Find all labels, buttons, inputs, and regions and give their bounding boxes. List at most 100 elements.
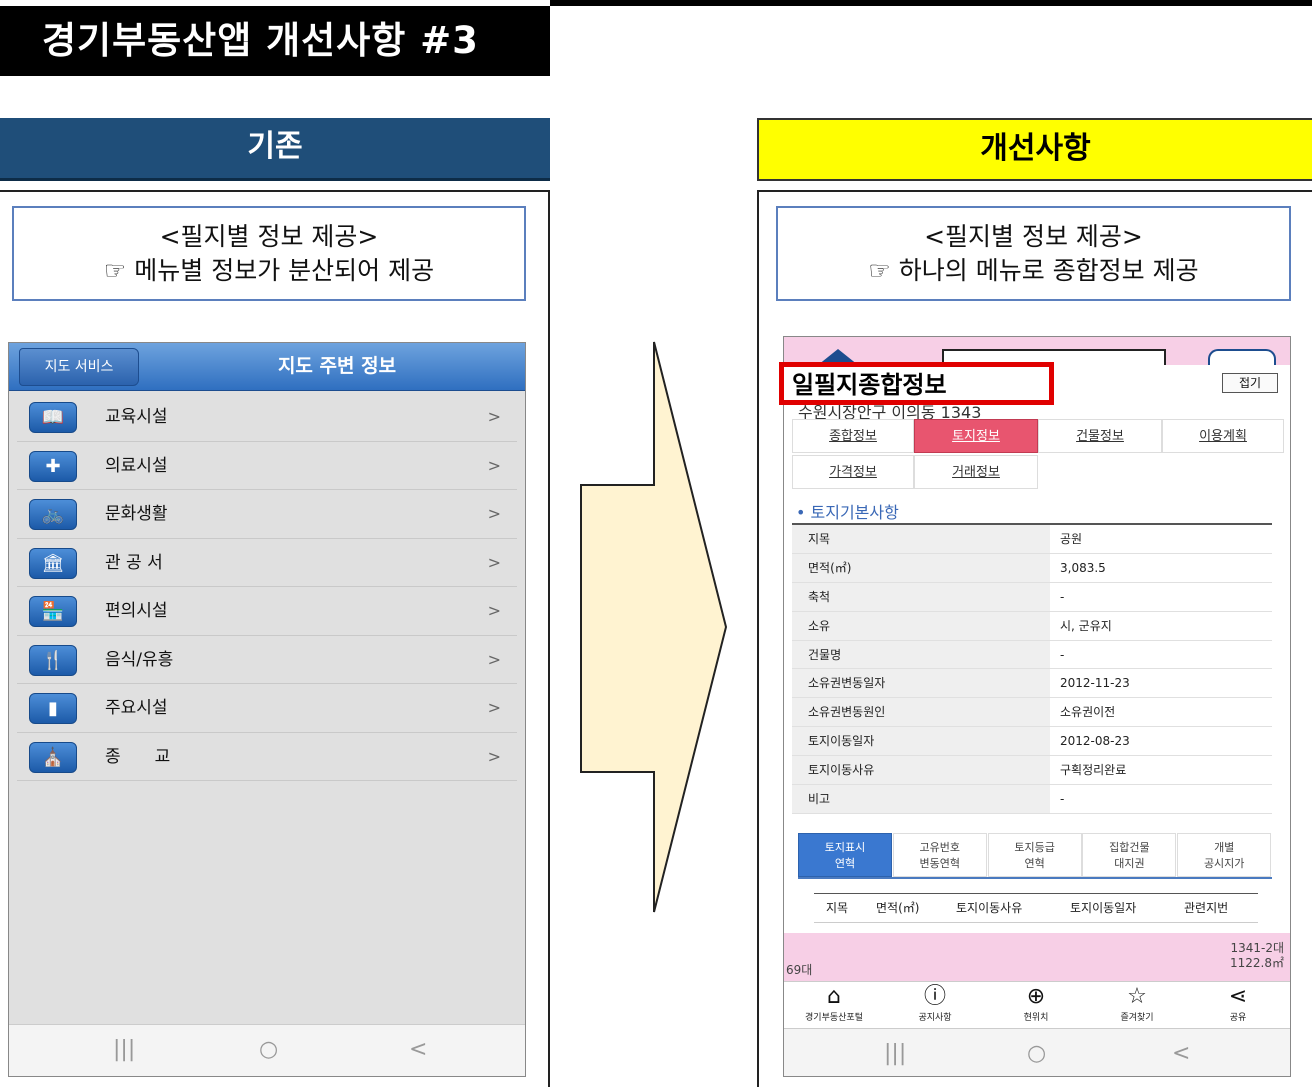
chevron-right-icon: >: [487, 407, 501, 426]
row-key: 소유권변동원인: [792, 698, 1050, 727]
subtab-line2: 연혁: [1024, 857, 1045, 870]
subtab-line2: 대지권: [1114, 857, 1145, 870]
list-item[interactable]: 🏛 관 공 서 >: [17, 539, 517, 587]
column-header: 지목: [826, 901, 849, 915]
tabbar-item[interactable]: ⋖ 공유: [1188, 984, 1288, 1023]
note-before: <필지별 정보 제공> ☞ 메뉴별 정보가 분산되어 제공: [12, 206, 526, 301]
subtab-line1: 집합건물: [1109, 841, 1150, 854]
subtab-0[interactable]: 토지표시연혁: [798, 833, 892, 877]
recent-apps-button-after[interactable]: |||: [884, 1029, 906, 1076]
chevron-right-icon: >: [487, 649, 501, 669]
subtab-1[interactable]: 고유번호변동연혁: [892, 833, 987, 877]
android-nav-bar-after: ||| ○ <: [784, 1028, 1290, 1076]
subtab-line2: 연혁: [834, 857, 856, 870]
land-info-table: 지목 공원 면적(㎡) 3,083.5 축척 - 소유 시, 군유지 건물명 - 소유권변동일자 20…: [792, 523, 1272, 814]
row-value: 시, 군유지: [1050, 611, 1272, 640]
table-row: 면적(㎡) 3,083.5: [792, 553, 1272, 583]
fold-button[interactable]: 접기: [1222, 373, 1278, 393]
tab-1[interactable]: 토지정보: [914, 419, 1038, 453]
map-parcel-area: 1122.8㎡: [1230, 956, 1284, 970]
list-item-label: 편의시설: [105, 601, 168, 621]
home-button-after[interactable]: ○: [1027, 1029, 1046, 1076]
header-before: 기존: [0, 118, 550, 181]
bicycle-icon: 🚲: [29, 499, 77, 530]
tabbar-item[interactable]: ⌂ 경기부동산포털: [784, 984, 884, 1023]
back-button[interactable]: 지도 서비스: [19, 348, 139, 386]
tabbar-label: 공지사항: [918, 1013, 952, 1023]
subtab-line1: 토지표시: [824, 841, 866, 854]
list-item-label: 종 교: [105, 746, 171, 767]
location-icon: ⊕: [1026, 984, 1046, 1009]
list-item-label: 문화생활: [105, 504, 168, 524]
tabbar-item[interactable]: ☆ 즐겨찾기: [1087, 984, 1187, 1023]
list-item[interactable]: ✚ 의료시설 >: [17, 442, 517, 490]
list-item[interactable]: 🚲 문화생활 >: [17, 490, 517, 539]
nav-back-button[interactable]: <: [409, 1025, 427, 1075]
map-parcel-number: 1341-2대: [1230, 941, 1284, 955]
tab-4[interactable]: 가격정보: [792, 455, 914, 489]
column-header: 토지이동사유: [956, 901, 1023, 915]
row-key: 면적(㎡): [792, 553, 1050, 582]
phone-screen-before: 지도 서비스 지도 주변 정보 📖 교육시설 > ✚ 의료시설 > 🚲 문화생활 > 🏛 관 공 서…: [8, 342, 526, 1077]
chevron-right-icon: >: [487, 552, 501, 572]
column-header: 면적(㎡): [876, 901, 920, 915]
row-key: 축척: [792, 582, 1050, 611]
notice-icon: ⓘ: [923, 984, 946, 1009]
table-row: 비고 -: [792, 785, 1272, 814]
fork-glass-icon: 🍴: [29, 644, 77, 676]
subtab-3[interactable]: 집합건물대지권: [1082, 833, 1177, 877]
table-row: 소유권변동원인 소유권이전: [792, 698, 1272, 728]
chevron-right-icon: >: [487, 455, 501, 475]
subtab-line1: 고유번호: [919, 841, 961, 854]
highlight-box: 일필지종합정보: [779, 362, 1054, 405]
home-icon: ⌂: [827, 984, 841, 1009]
chevron-right-icon: >: [487, 698, 501, 717]
recent-apps-button[interactable]: |||: [113, 1025, 135, 1075]
map-parcel-label: 1341-2대 1122.8㎡: [1230, 941, 1284, 971]
subtab-line1: 개별: [1214, 841, 1235, 854]
page-title: 경기부동산앱 개선사항 #3: [0, 6, 550, 76]
table-row: 지목 공원: [792, 525, 1272, 554]
row-key: 토지이동사유: [792, 756, 1050, 785]
row-value: 구획정리완료: [1050, 756, 1272, 785]
list-item[interactable]: 📖 교육시설 >: [17, 393, 517, 442]
medical-cross-icon: ✚: [29, 450, 77, 482]
building-icon: ▮: [29, 693, 77, 724]
tabbar-label: 공유: [1229, 1013, 1247, 1023]
subtab-line2: 변동연혁: [919, 857, 961, 870]
religion-icon: ⛪: [29, 741, 77, 773]
app-header-bar: 지도 서비스 지도 주변 정보: [9, 343, 525, 391]
list-item[interactable]: 🏪 편의시설 >: [17, 587, 517, 636]
right-arrow-icon: [580, 341, 728, 913]
table-row: 건물명 -: [792, 640, 1272, 670]
tab-0[interactable]: 종합정보: [792, 419, 914, 453]
note-before-line1: <필지별 정보 제공>: [159, 222, 379, 251]
row-value: 2012-08-23: [1050, 727, 1272, 756]
tab-2[interactable]: 건물정보: [1038, 419, 1162, 453]
history-table-header: 지목 면적(㎡) 토지이동사유 토지이동일자 관련지번: [814, 893, 1258, 923]
tabbar-label: 즐겨찾기: [1120, 1013, 1154, 1023]
list-item[interactable]: 🍴 음식/유흥 >: [17, 636, 517, 684]
top-rule: [550, 0, 1312, 6]
subtab-2[interactable]: 토지등급 연혁: [987, 833, 1082, 877]
tab-5[interactable]: 거래정보: [914, 455, 1038, 489]
convenience-store-icon-glyph: 🏪: [41, 601, 65, 622]
row-value: -: [1050, 785, 1272, 813]
table-row: 토지이동일자 2012-08-23: [792, 727, 1272, 757]
book-icon: 📖: [29, 402, 77, 433]
tab-3[interactable]: 이용계획: [1162, 419, 1284, 453]
bottom-tab-bar: ⌂ 경기부동산포털 ⓘ 공지사항 ⊕ 현위치 ☆ 즐겨찾기 ⋖ 공유: [784, 981, 1290, 1029]
tabbar-item[interactable]: ⓘ 공지사항: [885, 984, 985, 1023]
list-item[interactable]: ▮ 주요시설 >: [17, 684, 517, 733]
chevron-right-icon: >: [487, 601, 501, 620]
tabbar-item[interactable]: ⊕ 현위치: [986, 984, 1086, 1023]
parcel-info-card: 접기 수원시장안구 이의동 1343 종합정보 토지정보 건물정보 이용계획 가격정보 거…: [784, 365, 1290, 933]
list-item[interactable]: ⛪ 종 교 >: [17, 733, 517, 781]
subtab-4[interactable]: 개별 공시지가: [1177, 833, 1272, 877]
row-value: 소유권이전: [1050, 698, 1272, 727]
home-button[interactable]: ○: [259, 1025, 278, 1075]
nav-back-button-after[interactable]: <: [1172, 1029, 1190, 1076]
highlight-label: 일필지종합정보: [792, 371, 947, 399]
star-icon: ☆: [1127, 984, 1147, 1009]
tabbar-label: 경기부동산포털: [805, 1013, 863, 1023]
